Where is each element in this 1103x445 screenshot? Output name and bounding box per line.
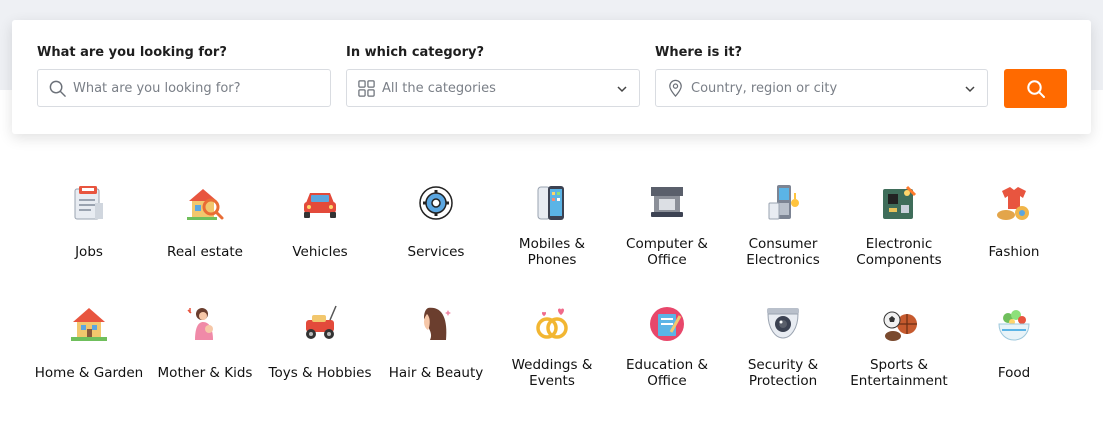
category-weddings-events[interactable]: Weddings & Events	[494, 304, 610, 414]
category-label: Computer & Office	[626, 236, 708, 268]
category-security-protection[interactable]: Security & Protection	[725, 304, 841, 414]
hair-icon	[424, 307, 451, 340]
category-label: Electronic Components	[856, 236, 942, 268]
category-label: Hair & Beauty	[388, 365, 484, 381]
sports-balls-icon	[883, 311, 917, 341]
category-label: Toys & Hobbies	[268, 365, 372, 381]
category-real-estate[interactable]: Real estate	[147, 183, 263, 293]
location-placeholder: Country, region or city	[691, 81, 838, 96]
category-food[interactable]: Food	[956, 304, 1072, 414]
category-select[interactable]: All the categories	[346, 69, 640, 107]
category-label: Education & Office	[625, 357, 709, 389]
category-label: Food	[997, 365, 1031, 381]
category-label: Mother & Kids	[157, 365, 253, 381]
home-garden-icon	[71, 308, 107, 341]
what-label: What are you looking for?	[37, 45, 227, 60]
category-label: Real estate	[167, 244, 243, 260]
category-sports-entertainment[interactable]: Sports & Entertainment	[841, 304, 957, 414]
category-hair-beauty[interactable]: Hair & Beauty	[378, 304, 494, 414]
chevron-down-icon	[965, 86, 975, 93]
search-icon	[49, 80, 66, 97]
gear-icon	[419, 186, 453, 220]
search-button[interactable]	[1004, 69, 1067, 108]
keyword-placeholder: What are you looking for?	[73, 81, 241, 96]
category-jobs[interactable]: Jobs	[31, 183, 147, 293]
search-panel: What are you looking for? What are you l…	[12, 20, 1091, 134]
smartphone-icon	[537, 186, 564, 220]
category-label: Weddings & Events	[511, 357, 593, 389]
grid-icon	[358, 80, 375, 97]
category-services[interactable]: Services	[378, 183, 494, 293]
salad-bowl-icon	[998, 310, 1030, 341]
category-computer-office[interactable]: Computer & Office	[609, 183, 725, 293]
category-home-garden[interactable]: Home & Garden	[31, 304, 147, 414]
category-mother-kids[interactable]: Mother & Kids	[147, 304, 263, 414]
category-label: Consumer Electronics	[746, 236, 820, 268]
toy-car-icon	[306, 305, 337, 339]
search-icon	[1027, 80, 1045, 98]
keyword-search-input[interactable]: What are you looking for?	[37, 69, 331, 107]
mother-child-icon	[187, 308, 213, 340]
category-label: Fashion	[988, 244, 1040, 260]
category-label: Services	[407, 244, 465, 260]
where-label: Where is it?	[655, 45, 743, 60]
appliances-icon	[768, 185, 799, 220]
job-newspaper-icon	[74, 186, 103, 220]
category-label: Jobs	[75, 244, 103, 260]
category-mobiles-phones[interactable]: Mobiles & Phones	[494, 183, 610, 293]
category-label: Mobiles & Phones	[518, 236, 586, 268]
category-electronic-components[interactable]: Electronic Components	[841, 183, 957, 293]
category-education-office[interactable]: Education & Office	[609, 304, 725, 414]
category-value: All the categories	[382, 81, 496, 96]
location-select[interactable]: Country, region or city	[655, 69, 988, 107]
category-label: Sports & Entertainment	[850, 357, 948, 389]
circuit-board-icon	[883, 185, 917, 219]
category-label: Security & Protection	[747, 357, 819, 389]
security-camera-icon	[767, 308, 799, 339]
category-label: Home & Garden	[34, 365, 144, 381]
laptop-icon	[651, 187, 683, 217]
category-vehicles[interactable]: Vehicles	[262, 183, 378, 293]
car-icon	[304, 193, 336, 218]
clothes-icon	[997, 187, 1029, 220]
wedding-rings-icon	[536, 308, 568, 339]
chevron-down-icon	[617, 86, 627, 93]
category-toys-hobbies[interactable]: Toys & Hobbies	[262, 304, 378, 414]
category-label: In which category?	[346, 45, 484, 60]
book-icon	[650, 307, 684, 341]
house-search-icon	[187, 189, 224, 220]
location-pin-icon	[669, 79, 682, 98]
category-label: Vehicles	[292, 244, 348, 260]
category-fashion[interactable]: Fashion	[956, 183, 1072, 293]
category-consumer-electronics[interactable]: Consumer Electronics	[725, 183, 841, 293]
